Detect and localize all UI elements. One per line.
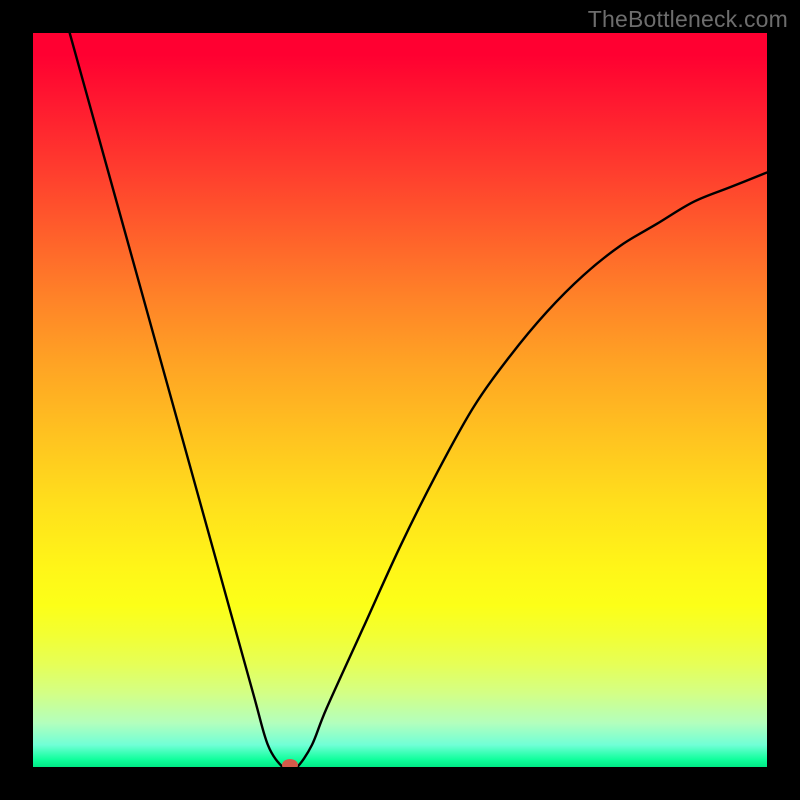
plot-area: [33, 33, 767, 767]
optimal-point-marker: [282, 759, 298, 767]
watermark-text: TheBottleneck.com: [588, 6, 788, 33]
chart-frame: TheBottleneck.com: [0, 0, 800, 800]
bottleneck-curve: [33, 33, 767, 767]
